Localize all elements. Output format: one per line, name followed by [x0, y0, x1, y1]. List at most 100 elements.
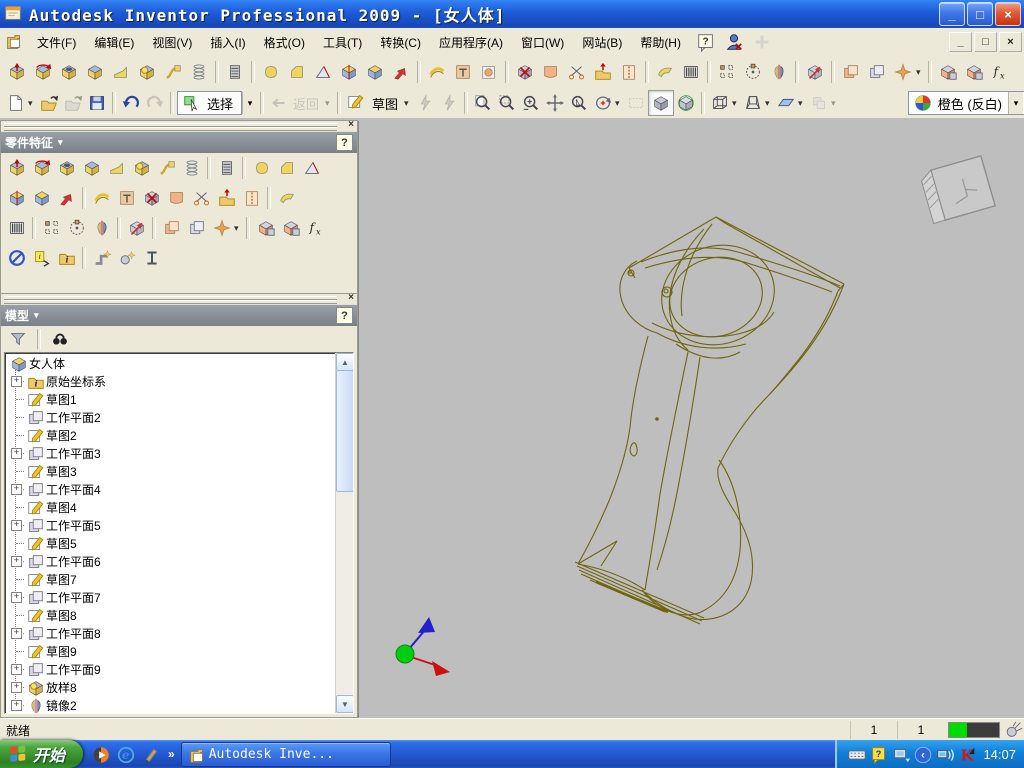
tool-move-face[interactable]	[54, 186, 79, 211]
tool-grill[interactable]	[4, 216, 29, 241]
new-file-button[interactable]	[4, 91, 28, 115]
tool-delete-face[interactable]	[512, 59, 538, 85]
tool-thread[interactable]	[214, 156, 239, 181]
tree-item-10[interactable]: 草图5	[7, 534, 335, 552]
tree-item-3[interactable]: 工作平面2	[7, 408, 335, 426]
tool-replace-face[interactable]	[214, 186, 239, 211]
tool-emboss[interactable]	[450, 59, 476, 85]
shadow-display-button[interactable]	[741, 91, 765, 115]
open-button[interactable]	[37, 91, 61, 115]
tray-keyboard[interactable]	[847, 745, 867, 763]
tool-circular-pattern[interactable]	[64, 216, 89, 241]
menu-item-file[interactable]: 文件(F)	[28, 30, 85, 55]
tool-work-plane[interactable]	[864, 59, 890, 85]
tool-decal[interactable]	[476, 59, 502, 85]
tool-thicken-offset[interactable]	[424, 59, 450, 85]
tree-item-14[interactable]: 草图8	[7, 606, 335, 624]
tool-chamfer[interactable]	[274, 156, 299, 181]
tool-grill[interactable]	[678, 59, 704, 85]
tool-insert-ifeature[interactable]	[961, 59, 987, 85]
panel-drag-handle[interactable]: ×	[1, 292, 357, 305]
tool-loft[interactable]	[129, 156, 154, 181]
new-file-dropdown[interactable]: ▾	[28, 98, 37, 109]
tool-boundary-patch[interactable]	[164, 186, 189, 211]
mdi-minimize-button[interactable]: _	[949, 32, 972, 52]
tool-rectangular-pattern[interactable]	[39, 216, 64, 241]
tool-insert-ifeature[interactable]	[278, 216, 303, 241]
taskbar-window-button[interactable]: Autodesk Inve...	[180, 741, 391, 767]
tool-create-note[interactable]: i	[29, 246, 54, 271]
menu-item-window[interactable]: 窗口(W)	[512, 30, 573, 55]
tool-work-plane[interactable]	[184, 216, 209, 241]
tree-item-16[interactable]: 草图9	[7, 642, 335, 660]
tool-derive[interactable]	[935, 59, 961, 85]
mdi-close-button[interactable]: ×	[999, 32, 1022, 52]
tool-mirror[interactable]	[89, 216, 114, 241]
tree-item-12[interactable]: 草图7	[7, 570, 335, 588]
tool-work-point-dropdown[interactable]: ▾	[916, 67, 925, 78]
scroll-down-button[interactable]: ▼	[336, 695, 353, 713]
tray-help-tray[interactable]: ?	[869, 745, 887, 765]
tool-disable-feature[interactable]	[4, 246, 29, 271]
tree-item-2[interactable]: 草图1	[7, 390, 335, 408]
tool-circular-pattern[interactable]	[740, 59, 766, 85]
menu-item-applications[interactable]: 应用程序(A)	[430, 30, 512, 55]
tree-expand-box[interactable]: +	[11, 627, 22, 639]
tool-bend-part[interactable]	[362, 59, 388, 85]
tree-item-9[interactable]: + 工作平面5	[7, 516, 335, 534]
tool-composite-imate[interactable]	[114, 246, 139, 271]
quick-launch-paint-brush[interactable]	[141, 745, 160, 764]
model-panel-header[interactable]: 模型 ▾ ?	[1, 305, 357, 326]
tree-item-1[interactable]: + i 原始坐标系	[7, 372, 335, 390]
tree-expand-box[interactable]: +	[11, 447, 22, 459]
menu-item-web[interactable]: 网站(B)	[573, 30, 631, 55]
tool-emboss[interactable]	[114, 186, 139, 211]
select-dropdown[interactable]: ▾	[242, 92, 258, 114]
tool-loft[interactable]	[134, 59, 160, 85]
tool-work-point[interactable]	[890, 59, 916, 85]
tree-item-11[interactable]: + 工作平面6	[7, 552, 335, 570]
tool-parameters[interactable]: fx	[303, 216, 328, 241]
filter-button[interactable]	[5, 327, 31, 351]
tool-trim-surface[interactable]	[564, 59, 590, 85]
menu-item-view[interactable]: 视图(V)	[143, 30, 201, 55]
help-topics-icon[interactable]: ?	[696, 32, 718, 53]
tool-stitch-surface[interactable]	[616, 59, 642, 85]
tree-item-4[interactable]: 草图2	[7, 426, 335, 444]
tool-fillet[interactable]	[249, 156, 274, 181]
tool-shell[interactable]	[79, 156, 104, 181]
tree-item-19[interactable]: + 镜像2	[7, 696, 335, 713]
tool-trim-surface[interactable]	[189, 186, 214, 211]
tool-ifeature-catalog[interactable]: i	[54, 246, 79, 271]
tray-language[interactable]: ‹	[913, 745, 932, 764]
tool-sculpt[interactable]	[652, 59, 678, 85]
close-button[interactable]: ×	[995, 2, 1021, 26]
tool-hole[interactable]	[54, 156, 79, 181]
tool-rib[interactable]	[104, 156, 129, 181]
tool-chamfer[interactable]	[284, 59, 310, 85]
scroll-thumb[interactable]	[336, 370, 353, 492]
tool-create-imate[interactable]	[89, 246, 114, 271]
zoom-button[interactable]	[519, 91, 543, 115]
tool-stitch-surface[interactable]	[239, 186, 264, 211]
plane-dropdown[interactable]: ▾	[798, 98, 807, 109]
quick-launch-media-player[interactable]	[91, 745, 110, 764]
menu-item-edit[interactable]: 编辑(E)	[85, 30, 143, 55]
tool-split[interactable]	[336, 59, 362, 85]
tree-expand-box[interactable]: +	[11, 681, 22, 693]
select-tool-combo[interactable]: 选择	[177, 91, 243, 115]
tool-boundary-patch[interactable]	[538, 59, 564, 85]
tool-delete-face[interactable]	[139, 186, 164, 211]
tool-work-point[interactable]	[209, 216, 234, 241]
zoom-all-button[interactable]	[471, 91, 495, 115]
menu-item-tools[interactable]: 工具(T)	[314, 30, 371, 55]
scroll-up-button[interactable]: ▲	[336, 353, 353, 371]
menu-item-insert[interactable]: 插入(I)	[201, 30, 254, 55]
zoom-selected-button[interactable]	[567, 91, 591, 115]
tool-thicken-offset[interactable]	[89, 186, 114, 211]
shaded-display-button[interactable]	[648, 90, 675, 116]
menu-item-convert[interactable]: 转换(C)	[371, 30, 430, 55]
tool-face-draft[interactable]	[310, 59, 336, 85]
tool-thread[interactable]	[222, 59, 248, 85]
tool-move-face[interactable]	[388, 59, 414, 85]
